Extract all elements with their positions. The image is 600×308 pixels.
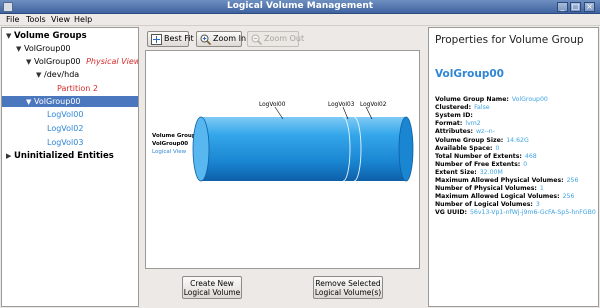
tree-item-vg[interactable]: ▼ VolGroup00 bbox=[16, 44, 71, 54]
menu-tools[interactable]: Tools bbox=[26, 14, 46, 26]
property-key: Available Space: bbox=[435, 144, 493, 152]
property-row: Extent Size: 32.00M bbox=[435, 169, 503, 176]
property-key: Number of Logical Volumes: bbox=[435, 201, 533, 209]
tree-item-dev-hda[interactable]: ▼/dev/hda bbox=[36, 70, 79, 80]
menubar: File Tools View Help bbox=[0, 14, 600, 26]
property-row: Available Space: 0 bbox=[435, 145, 499, 152]
tree-item-partition[interactable]: Partition 2 bbox=[57, 84, 98, 94]
volume-cylinder-body bbox=[201, 117, 406, 181]
property-key: Clustered: bbox=[435, 104, 472, 112]
maximize-icon[interactable]: □ bbox=[570, 2, 581, 12]
property-value: lvm2 bbox=[465, 120, 481, 128]
property-value: 32.00M bbox=[479, 168, 503, 176]
tree-item-logvol00[interactable]: LogVol00 bbox=[47, 110, 83, 120]
create-logical-volume-button[interactable]: Create New Logical Volume bbox=[182, 276, 242, 299]
zoom-in-button[interactable]: Zoom In bbox=[196, 31, 246, 47]
tree-item-logical-view[interactable]: ▼ VolGroup00 bbox=[26, 97, 81, 107]
property-value: VolGroup00 bbox=[511, 96, 548, 103]
expanded-icon[interactable]: ▼ bbox=[16, 44, 24, 54]
volume-cylinder-cap bbox=[192, 116, 210, 182]
tree-item-physical-view[interactable]: ▼ VolGroup00 Physical View bbox=[26, 57, 138, 67]
property-row: Volume Group Size: 14.62G bbox=[435, 137, 529, 144]
property-key: Volume Group Size: bbox=[435, 136, 504, 144]
tree-item-uninitialized[interactable]: ▶ Uninitialized Entities bbox=[6, 151, 114, 161]
properties-vg-name: VolGroup00 bbox=[435, 68, 504, 80]
property-row: Number of Free Extents: 0 bbox=[435, 161, 527, 168]
menu-file[interactable]: File bbox=[6, 14, 19, 26]
property-row: Number of Logical Volumes: 3 bbox=[435, 201, 540, 208]
expanded-icon[interactable]: ▼ bbox=[36, 70, 44, 80]
best-fit-button[interactable]: Best Fit bbox=[147, 31, 194, 47]
property-key: Number of Physical Volumes: bbox=[435, 185, 537, 193]
property-value: wz--n- bbox=[476, 128, 495, 136]
diagram-segment-logvol03[interactable]: LogVol03 bbox=[328, 102, 355, 108]
property-key: Total Number of Extents: bbox=[435, 152, 522, 160]
property-key: Attributes: bbox=[435, 128, 474, 136]
property-value: 3 bbox=[535, 201, 540, 209]
property-row: Number of Physical Volumes: 1 bbox=[435, 185, 544, 192]
property-key: System ID: bbox=[435, 112, 473, 120]
diagram-label-name: VolGroup00 bbox=[152, 141, 188, 147]
close-icon[interactable]: × bbox=[584, 2, 595, 12]
logical-view-canvas[interactable]: Volume Group VolGroup00 Logical View Log… bbox=[145, 50, 420, 269]
window-titlebar: Logical Volume Management _ □ × bbox=[0, 0, 600, 14]
diagram-segment-logvol00[interactable]: LogVol00 bbox=[259, 102, 286, 108]
property-value: 0 bbox=[523, 160, 528, 168]
expanded-icon[interactable]: ▼ bbox=[6, 31, 14, 41]
diagram-label-vg: Volume Group bbox=[152, 133, 196, 139]
property-value: 256 bbox=[562, 193, 575, 201]
property-key: Volume Group Name: bbox=[435, 96, 509, 103]
best-fit-icon bbox=[151, 34, 162, 45]
property-row: Format: lvm2 bbox=[435, 120, 481, 127]
collapsed-icon[interactable]: ▶ bbox=[6, 151, 14, 161]
zoom-out-icon bbox=[251, 34, 262, 45]
property-key: VG UUID: bbox=[435, 209, 467, 217]
zoom-in-icon bbox=[200, 34, 211, 45]
property-row: VG UUID: 56v13-Vp1-nfWj-j9m6-GcFA-Sp5-hnF… bbox=[435, 209, 596, 216]
property-key: Format: bbox=[435, 120, 463, 128]
property-row: Maximum Allowed Physical Volumes: 256 bbox=[435, 177, 578, 184]
volume-tree[interactable]: ▼ Volume Groups ▼ VolGroup00 ▼ VolGroup00 P… bbox=[1, 27, 139, 307]
property-value: 468 bbox=[524, 152, 537, 160]
property-row: Total Number of Extents: 468 bbox=[435, 153, 537, 160]
tree-item-volume-groups[interactable]: ▼ Volume Groups bbox=[6, 31, 87, 41]
tree-item-logvol03[interactable]: LogVol03 bbox=[47, 138, 83, 148]
window-title: Logical Volume Management bbox=[226, 1, 374, 11]
property-key: Maximum Allowed Physical Volumes: bbox=[435, 177, 564, 184]
properties-heading: Properties for Volume Group bbox=[435, 34, 584, 46]
property-key: Extent Size: bbox=[435, 168, 477, 176]
property-value: 1 bbox=[539, 185, 544, 193]
property-row: Clustered: False bbox=[435, 104, 490, 111]
property-value: 14.62G bbox=[506, 136, 529, 144]
diagram-segment-logvol02[interactable]: LogVol02 bbox=[360, 102, 387, 108]
volume-group-diagram: Volume Group VolGroup00 Logical View Log… bbox=[152, 102, 414, 182]
minimize-icon[interactable]: _ bbox=[557, 2, 568, 12]
properties-panel: Properties for Volume Group VolGroup00 V… bbox=[428, 27, 599, 307]
tree-item-logvol02[interactable]: LogVol02 bbox=[47, 124, 83, 134]
expanded-icon[interactable]: ▼ bbox=[26, 57, 34, 67]
property-key: Maximum Allowed Logical Volumes: bbox=[435, 193, 560, 201]
property-row: Attributes: wz--n- bbox=[435, 128, 495, 135]
property-value: 256 bbox=[566, 177, 579, 184]
property-value: 0 bbox=[495, 144, 500, 152]
property-row: System ID: bbox=[435, 112, 476, 119]
diagram-label-view: Logical View bbox=[152, 149, 187, 155]
property-value: 56v13-Vp1-nfWj-j9m6-GcFA-Sp5-hnFGB0 bbox=[469, 209, 596, 217]
zoom-out-button[interactable]: Zoom Out bbox=[247, 31, 304, 47]
volume-cylinder-end bbox=[398, 116, 414, 182]
property-row: Maximum Allowed Logical Volumes: 256 bbox=[435, 193, 574, 200]
property-row: Volume Group Name: VolGroup00 bbox=[435, 96, 548, 103]
menu-view[interactable]: View bbox=[51, 14, 70, 26]
menu-help[interactable]: Help bbox=[74, 14, 92, 26]
property-key: Number of Free Extents: bbox=[435, 160, 521, 168]
expanded-icon[interactable]: ▼ bbox=[26, 97, 34, 107]
remove-logical-volumes-button[interactable]: Remove Selected Logical Volume(s) bbox=[313, 276, 383, 299]
property-value: False bbox=[474, 104, 490, 112]
